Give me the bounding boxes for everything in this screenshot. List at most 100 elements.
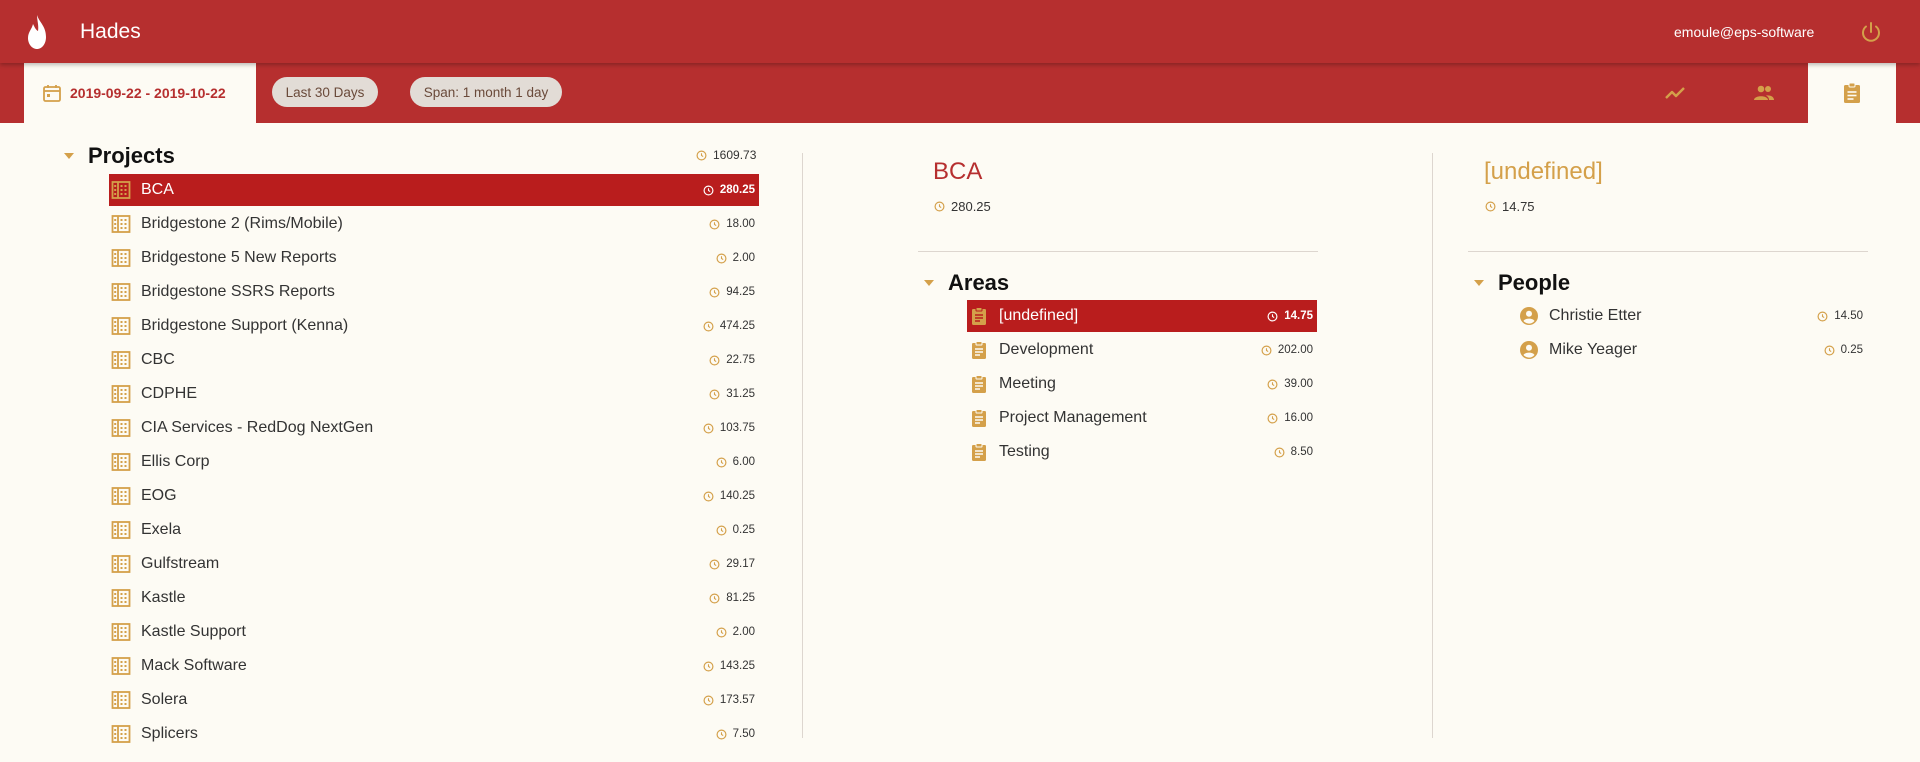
project-row[interactable]: Solera 173.57 (109, 684, 759, 716)
clock-icon (716, 525, 727, 535)
project-row[interactable]: CBC 22.75 (109, 344, 759, 376)
clock-icon (703, 661, 714, 671)
collapse-caret-icon[interactable] (64, 153, 74, 159)
row-label: Mike Yeager (1549, 341, 1638, 358)
projects-header[interactable]: Projects (64, 143, 175, 169)
building-icon (111, 555, 131, 573)
project-row[interactable]: CDPHE 31.25 (109, 378, 759, 410)
clock-icon (1824, 345, 1835, 355)
row-hours-value: 8.50 (1290, 446, 1313, 458)
report-view-button[interactable] (1808, 63, 1896, 123)
collapse-caret-icon[interactable] (924, 280, 934, 286)
building-icon (111, 521, 131, 539)
clock-icon (1267, 379, 1278, 389)
power-icon[interactable] (1859, 20, 1883, 44)
project-row[interactable]: Splicers 7.50 (109, 718, 759, 750)
projects-total: 1609.73 (696, 148, 756, 162)
building-icon (111, 589, 131, 607)
project-row[interactable]: BCA 280.25 (109, 174, 759, 206)
project-row[interactable]: Bridgestone 2 (Rims/Mobile) 18.00 (109, 208, 759, 240)
row-hours: 143.25 (703, 660, 755, 672)
clock-icon (716, 457, 727, 467)
clock-icon (1274, 447, 1285, 457)
clock-icon (716, 253, 727, 263)
clock-icon (703, 185, 714, 195)
area-row[interactable]: Project Management 16.00 (967, 402, 1317, 434)
project-detail-hours-value: 280.25 (951, 199, 991, 214)
span-chip[interactable]: Span: 1 month 1 day (410, 77, 562, 107)
row-hours-value: 103.75 (719, 422, 755, 434)
row-label: Development (999, 341, 1094, 358)
clipboard-icon (972, 307, 986, 325)
project-row[interactable]: EOG 140.25 (109, 480, 759, 512)
project-row[interactable]: Bridgestone SSRS Reports 94.25 (109, 276, 759, 308)
row-hours-value: 16.00 (1284, 412, 1313, 424)
project-row[interactable]: Mack Software 143.25 (109, 650, 759, 682)
areas-title: Areas (948, 270, 1010, 295)
project-row[interactable]: CIA Services - RedDog NextGen 103.75 (109, 412, 759, 444)
row-hours: 6.00 (716, 456, 755, 468)
building-icon (111, 283, 131, 301)
trend-view-button[interactable] (1632, 63, 1720, 123)
account-circle-icon (1520, 307, 1538, 325)
row-hours-value: 29.17 (726, 558, 755, 570)
row-label: Project Management (999, 409, 1147, 426)
row-label: Mack Software (141, 657, 247, 674)
clock-icon (709, 219, 720, 229)
account-circle-icon (1520, 341, 1538, 359)
row-hours: 31.25 (709, 388, 755, 400)
people-title: People (1498, 270, 1571, 295)
areas-header[interactable]: Areas (924, 270, 1009, 296)
collapse-caret-icon[interactable] (1474, 280, 1484, 286)
project-row[interactable]: Gulfstream 29.17 (109, 548, 759, 580)
project-detail-hours: 280.25 (934, 199, 991, 214)
row-hours: 173.57 (703, 694, 755, 706)
row-hours: 103.75 (703, 422, 755, 434)
date-range-picker[interactable]: 2019-09-22 - 2019-10-22 (24, 63, 256, 123)
row-label: Exela (141, 521, 182, 538)
last-30-days-chip[interactable]: Last 30 Days (272, 77, 378, 107)
row-label: Kastle (141, 589, 186, 606)
building-icon (111, 419, 131, 437)
row-hours: 7.50 (716, 728, 755, 740)
area-row[interactable]: [undefined] 14.75 (967, 300, 1317, 332)
filter-toolbar: 2019-09-22 - 2019-10-22 Last 30 Days Spa… (0, 63, 1920, 123)
column-divider (802, 153, 803, 738)
row-label: CDPHE (141, 385, 198, 402)
row-hours: 39.00 (1267, 378, 1313, 390)
clock-icon (1267, 311, 1278, 321)
clock-icon (716, 729, 727, 739)
row-label: Bridgestone Support (Kenna) (141, 317, 349, 334)
clock-icon (716, 627, 727, 637)
row-label: Bridgestone 5 New Reports (141, 249, 337, 266)
clock-icon (709, 355, 720, 365)
clock-icon (1817, 311, 1828, 321)
project-row[interactable]: Bridgestone 5 New Reports 2.00 (109, 242, 759, 274)
date-range-label: 2019-09-22 - 2019-10-22 (70, 85, 226, 101)
clipboard-icon (972, 341, 986, 359)
building-icon (111, 249, 131, 267)
building-icon (111, 215, 131, 233)
people-header[interactable]: People (1474, 270, 1570, 296)
row-label: Bridgestone 2 (Rims/Mobile) (141, 215, 343, 232)
row-hours-value: 2.00 (732, 626, 755, 638)
clock-icon (1485, 201, 1496, 212)
project-row[interactable]: Bridgestone Support (Kenna) 474.25 (109, 310, 759, 342)
project-row[interactable]: Ellis Corp 6.00 (109, 446, 759, 478)
user-email[interactable]: emoule@eps-software.com (1674, 24, 1814, 40)
area-row[interactable]: Development 202.00 (967, 334, 1317, 366)
area-row[interactable]: Testing 8.50 (967, 436, 1317, 468)
people-view-button[interactable] (1720, 63, 1808, 123)
area-row[interactable]: Meeting 39.00 (967, 368, 1317, 400)
person-row[interactable]: Christie Etter 14.50 (1517, 300, 1867, 332)
project-row[interactable]: Kastle Support 2.00 (109, 616, 759, 648)
project-row[interactable]: Exela 0.25 (109, 514, 759, 546)
row-hours-value: 2.00 (732, 252, 755, 264)
row-label: Kastle Support (141, 623, 246, 640)
row-hours: 94.25 (709, 286, 755, 298)
project-row[interactable]: Kastle 81.25 (109, 582, 759, 614)
people-icon (1754, 85, 1774, 100)
row-hours-value: 280.25 (719, 184, 755, 196)
person-row[interactable]: Mike Yeager 0.25 (1517, 334, 1867, 366)
row-label: Gulfstream (141, 555, 220, 572)
